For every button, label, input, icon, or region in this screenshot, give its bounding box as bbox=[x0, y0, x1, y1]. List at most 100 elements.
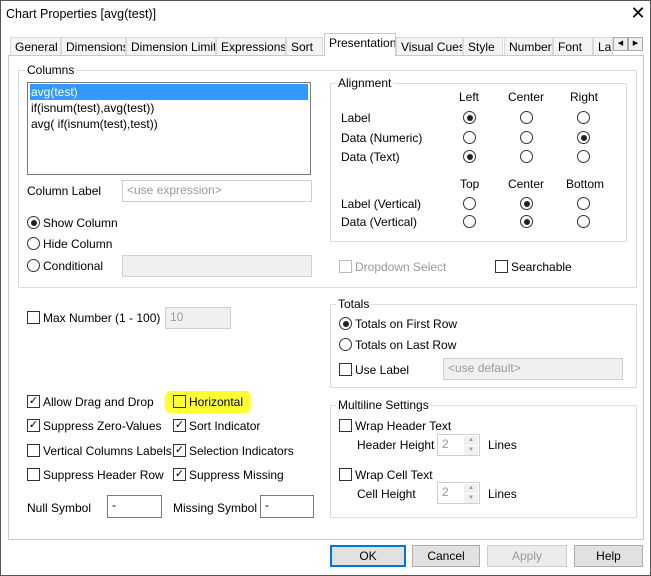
cell-height-stepper[interactable]: 2 ▲ ▼ bbox=[437, 482, 480, 504]
close-button[interactable]: ✕ bbox=[628, 3, 648, 24]
tab-scroll-left-icon[interactable]: ◀ bbox=[613, 37, 628, 51]
label-v-top-radio[interactable] bbox=[463, 197, 476, 210]
totals-last-label: Totals on Last Row bbox=[355, 338, 457, 352]
allow-drag-checkbox[interactable]: ✓ bbox=[27, 395, 40, 408]
null-symbol-input[interactable]: - bbox=[107, 495, 162, 518]
text-left-radio[interactable] bbox=[463, 150, 476, 163]
text-right-radio[interactable] bbox=[577, 150, 590, 163]
tab-scroll-right-icon[interactable]: ▶ bbox=[628, 37, 643, 51]
row-label-vertical: Label (Vertical) bbox=[341, 197, 422, 211]
suppress-header-label: Suppress Header Row bbox=[43, 468, 164, 482]
totals-label: Totals bbox=[336, 297, 372, 311]
dropdown-select-checkbox[interactable] bbox=[339, 260, 352, 273]
ok-button[interactable]: OK bbox=[330, 545, 406, 567]
sort-indicator-checkbox[interactable]: ✓ bbox=[173, 419, 186, 432]
header-left: Left bbox=[459, 90, 480, 104]
cell-lines-label: Lines bbox=[488, 487, 517, 501]
header-height-stepper[interactable]: 2 ▲ ▼ bbox=[437, 434, 480, 456]
tab-general[interactable]: General bbox=[10, 37, 61, 55]
totals-first-radio[interactable] bbox=[339, 317, 352, 330]
list-item[interactable]: if(isnum(test),avg(test)) bbox=[30, 100, 308, 116]
use-label-checkbox[interactable] bbox=[339, 363, 352, 376]
row-data-text: Data (Text) bbox=[341, 150, 400, 164]
help-button[interactable]: Help bbox=[574, 545, 643, 567]
horizontal-checkbox[interactable] bbox=[173, 395, 186, 408]
cancel-button[interactable]: Cancel bbox=[412, 545, 480, 567]
conditional-label: Conditional bbox=[43, 259, 104, 273]
max-number-input[interactable]: 10 bbox=[165, 307, 231, 329]
columns-list[interactable]: avg(test) if(isnum(test),avg(test)) avg(… bbox=[27, 82, 311, 175]
spin-up-icon[interactable]: ▲ bbox=[464, 436, 478, 445]
alignment-label: Alignment bbox=[336, 76, 394, 90]
apply-button[interactable]: Apply bbox=[487, 545, 567, 567]
numeric-center-radio[interactable] bbox=[520, 131, 533, 144]
data-v-bottom-radio[interactable] bbox=[577, 215, 590, 228]
searchable-label: Searchable bbox=[511, 260, 572, 274]
show-column-radio[interactable] bbox=[27, 216, 40, 229]
searchable-checkbox[interactable] bbox=[495, 260, 508, 273]
use-label-input[interactable]: <use default> bbox=[443, 358, 623, 380]
numeric-left-radio[interactable] bbox=[463, 131, 476, 144]
label-right-radio[interactable] bbox=[577, 111, 590, 124]
hide-column-radio[interactable] bbox=[27, 237, 40, 250]
wrap-header-checkbox[interactable] bbox=[339, 419, 352, 432]
suppress-missing-label: Suppress Missing bbox=[189, 468, 284, 482]
spin-down-icon[interactable]: ▼ bbox=[464, 446, 478, 455]
conditional-input[interactable] bbox=[122, 255, 312, 277]
suppress-zero-checkbox[interactable]: ✓ bbox=[27, 419, 40, 432]
data-v-top-radio[interactable] bbox=[463, 215, 476, 228]
spin-up-icon[interactable]: ▲ bbox=[464, 484, 478, 493]
null-symbol-label: Null Symbol bbox=[27, 501, 92, 515]
header-height-value: 2 bbox=[442, 437, 449, 451]
selection-indicators-checkbox[interactable]: ✓ bbox=[173, 444, 186, 457]
conditional-radio[interactable] bbox=[27, 259, 40, 272]
use-label-label: Use Label bbox=[355, 363, 410, 377]
suppress-header-checkbox[interactable] bbox=[27, 468, 40, 481]
label-v-bottom-radio[interactable] bbox=[577, 197, 590, 210]
text-center-radio[interactable] bbox=[520, 150, 533, 163]
wrap-cell-checkbox[interactable] bbox=[339, 468, 352, 481]
row-label: Label bbox=[341, 111, 371, 125]
sort-indicator-label: Sort Indicator bbox=[189, 419, 261, 433]
totals-first-label: Totals on First Row bbox=[355, 317, 458, 331]
column-label-input[interactable]: <use expression> bbox=[122, 180, 312, 202]
cell-height-value: 2 bbox=[442, 485, 449, 499]
allow-drag-label: Allow Drag and Drop bbox=[43, 395, 154, 409]
numeric-right-radio[interactable] bbox=[577, 131, 590, 144]
dropdown-select-label: Dropdown Select bbox=[355, 260, 447, 274]
max-number-checkbox[interactable] bbox=[27, 311, 40, 324]
tab-style[interactable]: Style bbox=[463, 37, 503, 55]
tab-visual-cues[interactable]: Visual Cues bbox=[396, 37, 463, 55]
tab-layout[interactable]: La bbox=[593, 37, 613, 55]
tab-number[interactable]: Number bbox=[504, 37, 553, 55]
multiline-label: Multiline Settings bbox=[336, 398, 431, 412]
tab-expressions[interactable]: Expressions bbox=[216, 37, 286, 55]
label-left-radio[interactable] bbox=[463, 111, 476, 124]
tab-dimensions[interactable]: Dimensions bbox=[61, 37, 126, 55]
columns-label: Columns bbox=[25, 63, 77, 77]
tab-dimension-limits[interactable]: Dimension Limits bbox=[126, 37, 216, 55]
header-bottom: Bottom bbox=[566, 177, 605, 191]
show-column-label: Show Column bbox=[43, 216, 118, 230]
vertical-labels-checkbox[interactable] bbox=[27, 444, 40, 457]
data-v-center-radio[interactable] bbox=[520, 215, 533, 228]
tab-presentation[interactable]: Presentation bbox=[324, 33, 396, 56]
vertical-labels-label: Vertical Columns Labels bbox=[43, 444, 172, 458]
totals-last-radio[interactable] bbox=[339, 338, 352, 351]
tab-font[interactable]: Font bbox=[553, 37, 593, 55]
suppress-zero-label: Suppress Zero-Values bbox=[43, 419, 162, 433]
label-v-center-radio[interactable] bbox=[520, 197, 533, 210]
list-item[interactable]: avg(test) bbox=[30, 84, 308, 100]
header-center: Center bbox=[508, 90, 545, 104]
list-item[interactable]: avg( if(isnum(test),test)) bbox=[30, 116, 308, 132]
tab-sort[interactable]: Sort bbox=[286, 37, 323, 55]
wrap-cell-label: Wrap Cell Text bbox=[355, 468, 433, 482]
label-center-radio[interactable] bbox=[520, 111, 533, 124]
spin-down-icon[interactable]: ▼ bbox=[464, 494, 478, 503]
horizontal-label: Horizontal bbox=[189, 395, 244, 409]
suppress-missing-checkbox[interactable]: ✓ bbox=[173, 468, 186, 481]
selection-indicators-label: Selection Indicators bbox=[189, 444, 294, 458]
window-title: Chart Properties [avg(test)] bbox=[6, 7, 157, 21]
header-right: Right bbox=[570, 90, 599, 104]
missing-symbol-input[interactable]: - bbox=[260, 495, 314, 518]
